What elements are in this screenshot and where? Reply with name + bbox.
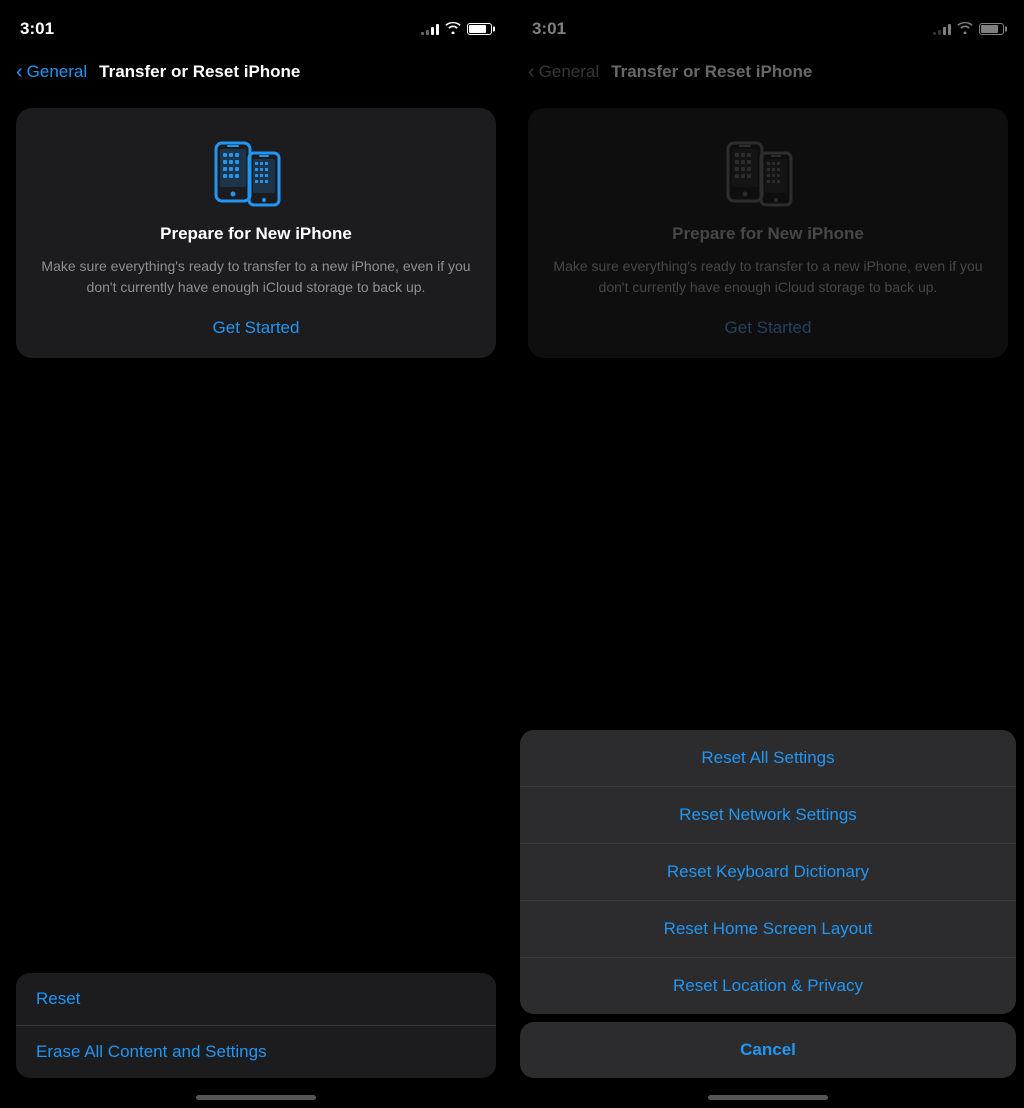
left-wifi-icon — [445, 22, 461, 37]
right-phone-panel: 3:01 ‹ General T — [512, 0, 1024, 1108]
left-nav-title: Transfer or Reset iPhone — [99, 62, 300, 82]
reset-home-screen-layout-option[interactable]: Reset Home Screen Layout — [520, 901, 1016, 958]
cancel-button[interactable]: Cancel — [520, 1022, 1016, 1078]
left-chevron-icon: ‹ — [16, 62, 23, 82]
left-reset-menu: Reset Erase All Content and Settings — [16, 973, 496, 1078]
reset-options-list: Reset All Settings Reset Network Setting… — [520, 730, 1016, 1014]
left-battery-icon — [467, 23, 492, 35]
left-signal-icon — [421, 23, 439, 35]
left-status-bar: 3:01 — [0, 0, 512, 50]
reset-network-settings-option[interactable]: Reset Network Settings — [520, 787, 1016, 844]
dim-overlay — [512, 0, 1024, 620]
erase-all-button[interactable]: Erase All Content and Settings — [16, 1026, 496, 1078]
reset-all-settings-option[interactable]: Reset All Settings — [520, 730, 1016, 787]
reset-modal: Reset All Settings Reset Network Setting… — [520, 730, 1016, 1078]
reset-button[interactable]: Reset — [16, 973, 496, 1026]
left-back-button[interactable]: ‹ General — [16, 62, 87, 82]
left-phone-panel: 3:01 ‹ General T — [0, 0, 512, 1108]
reset-keyboard-dictionary-option[interactable]: Reset Keyboard Dictionary — [520, 844, 1016, 901]
left-phone-transfer-icon — [206, 132, 306, 212]
left-back-label: General — [27, 62, 87, 82]
left-card-description: Make sure everything's ready to transfer… — [36, 256, 476, 298]
left-prepare-card: Prepare for New iPhone Make sure everyth… — [16, 108, 496, 358]
right-home-indicator — [708, 1095, 828, 1100]
reset-location-privacy-option[interactable]: Reset Location & Privacy — [520, 958, 1016, 1014]
left-card-title: Prepare for New iPhone — [160, 224, 352, 244]
left-status-icons — [421, 22, 492, 37]
left-home-indicator — [196, 1095, 316, 1100]
left-get-started-button[interactable]: Get Started — [213, 318, 300, 338]
left-nav-bar: ‹ General Transfer or Reset iPhone — [0, 50, 512, 98]
left-time: 3:01 — [20, 19, 54, 39]
left-bottom-section: Reset Erase All Content and Settings — [16, 973, 496, 1078]
